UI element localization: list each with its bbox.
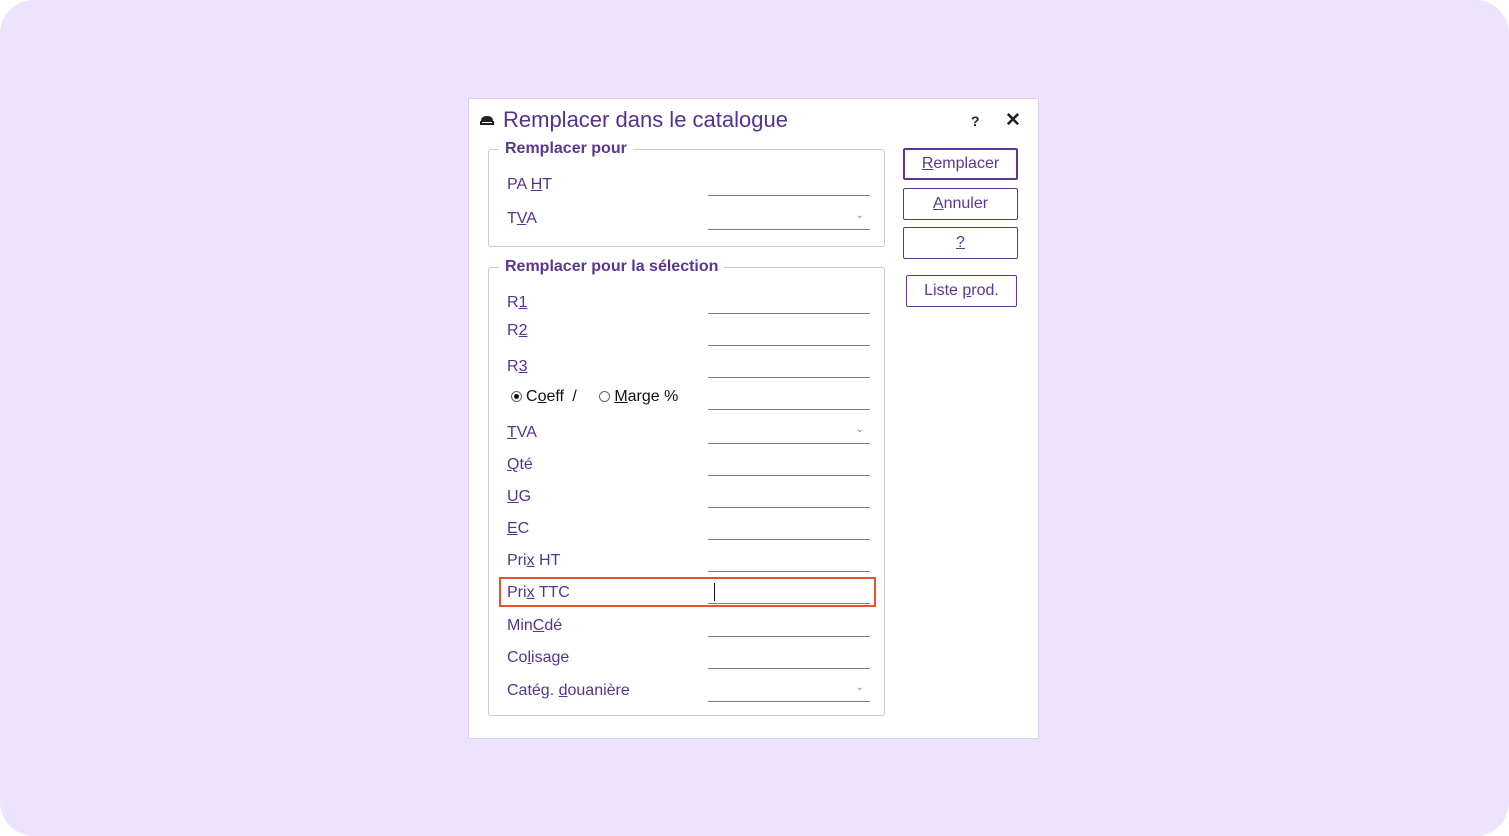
categ-douaniere-select[interactable]: ⌄	[708, 676, 870, 702]
prix-ht-input[interactable]	[708, 546, 870, 572]
r2-input[interactable]	[708, 320, 870, 346]
cancel-button[interactable]: Annuler	[903, 188, 1018, 220]
field-row-coeff-marge: Coeff / Marge %	[489, 384, 884, 416]
field-label-tva: TVA	[507, 210, 537, 227]
field-row-qte: Qté	[489, 450, 884, 482]
field-row-tva: TVA ⌄	[489, 204, 884, 236]
coeff-radio[interactable]: Coeff	[511, 388, 564, 405]
chevron-down-icon: ⌄	[855, 210, 864, 221]
field-label-colisage: Colisage	[507, 649, 570, 666]
coeff-marge-radio-group: Coeff / Marge %	[511, 388, 678, 406]
coeff-marge-input[interactable]	[708, 384, 870, 410]
tva-select[interactable]: ⌄	[708, 204, 870, 230]
group-title-replace-for: Remplacer pour	[499, 140, 633, 158]
field-label-categ-douaniere: Catég. douanière	[507, 682, 630, 699]
radio-checked-icon	[511, 391, 522, 402]
field-row-ug: UG	[489, 482, 884, 514]
replace-button[interactable]: Remplacer	[903, 148, 1018, 180]
help-button[interactable]: ?	[903, 227, 1018, 259]
field-label-prix-ht: Prix HT	[507, 552, 561, 569]
pa-ht-input[interactable]	[708, 170, 870, 196]
focus-highlight-prix-ttc	[499, 577, 876, 607]
product-list-button[interactable]: Liste prod.	[906, 275, 1017, 307]
field-label-ug: UG	[507, 488, 532, 505]
field-row-ec: EC	[489, 514, 884, 546]
help-title-icon[interactable]: ?	[971, 113, 980, 129]
field-row-tva-selection: TVA ⌄	[489, 418, 884, 450]
marge-radio[interactable]: Marge %	[599, 388, 678, 405]
replace-for-selection-group: Remplacer pour la sélection R1 R2 R3 Coe…	[488, 258, 885, 716]
r1-input[interactable]	[708, 288, 870, 314]
chevron-down-icon: ⌄	[855, 424, 864, 435]
field-row-r1: R1	[489, 288, 884, 320]
ec-input[interactable]	[708, 514, 870, 540]
close-icon[interactable]: ✕	[1005, 109, 1021, 132]
field-label-r2: R2	[507, 322, 528, 339]
field-row-pa-ht: PA HT	[489, 170, 884, 202]
page-background: Remplacer dans le catalogue ? ✕ Remplace…	[0, 0, 1509, 836]
field-label-pa-ht: PA HT	[507, 176, 553, 193]
field-label-ec: EC	[507, 520, 530, 537]
field-row-colisage: Colisage	[489, 643, 884, 675]
replace-catalog-dialog: Remplacer dans le catalogue ? ✕ Remplace…	[468, 98, 1039, 739]
replace-for-group: Remplacer pour PA HT TVA ⌄	[488, 140, 885, 247]
field-row-r2: R2	[489, 320, 884, 352]
field-label-r1: R1	[507, 294, 528, 311]
mincde-input[interactable]	[708, 611, 870, 637]
field-label-qte: Qté	[507, 456, 533, 473]
text-cursor	[714, 583, 715, 601]
qte-input[interactable]	[708, 450, 870, 476]
group-title-replace-for-selection: Remplacer pour la sélection	[499, 258, 725, 276]
radio-unchecked-icon	[599, 391, 611, 402]
r3-input[interactable]	[708, 352, 870, 378]
field-row-r3: R3	[489, 352, 884, 384]
ug-input[interactable]	[708, 482, 870, 508]
dialog-title: Remplacer dans le catalogue	[503, 107, 788, 132]
field-label-tva-selection: TVA	[507, 424, 537, 441]
radio-separator: /	[572, 388, 577, 405]
colisage-input[interactable]	[708, 643, 870, 669]
tva-selection-select[interactable]: ⌄	[708, 418, 870, 444]
field-label-mincde: MinCdé	[507, 617, 563, 634]
chevron-down-icon: ⌄	[855, 682, 864, 693]
field-label-r3: R3	[507, 358, 528, 375]
field-row-mincde: MinCdé	[489, 611, 884, 643]
dialog-app-icon	[480, 116, 494, 125]
field-row-prix-ht: Prix HT	[489, 546, 884, 578]
field-row-categ-douaniere: Catég. douanière ⌄	[489, 676, 884, 708]
